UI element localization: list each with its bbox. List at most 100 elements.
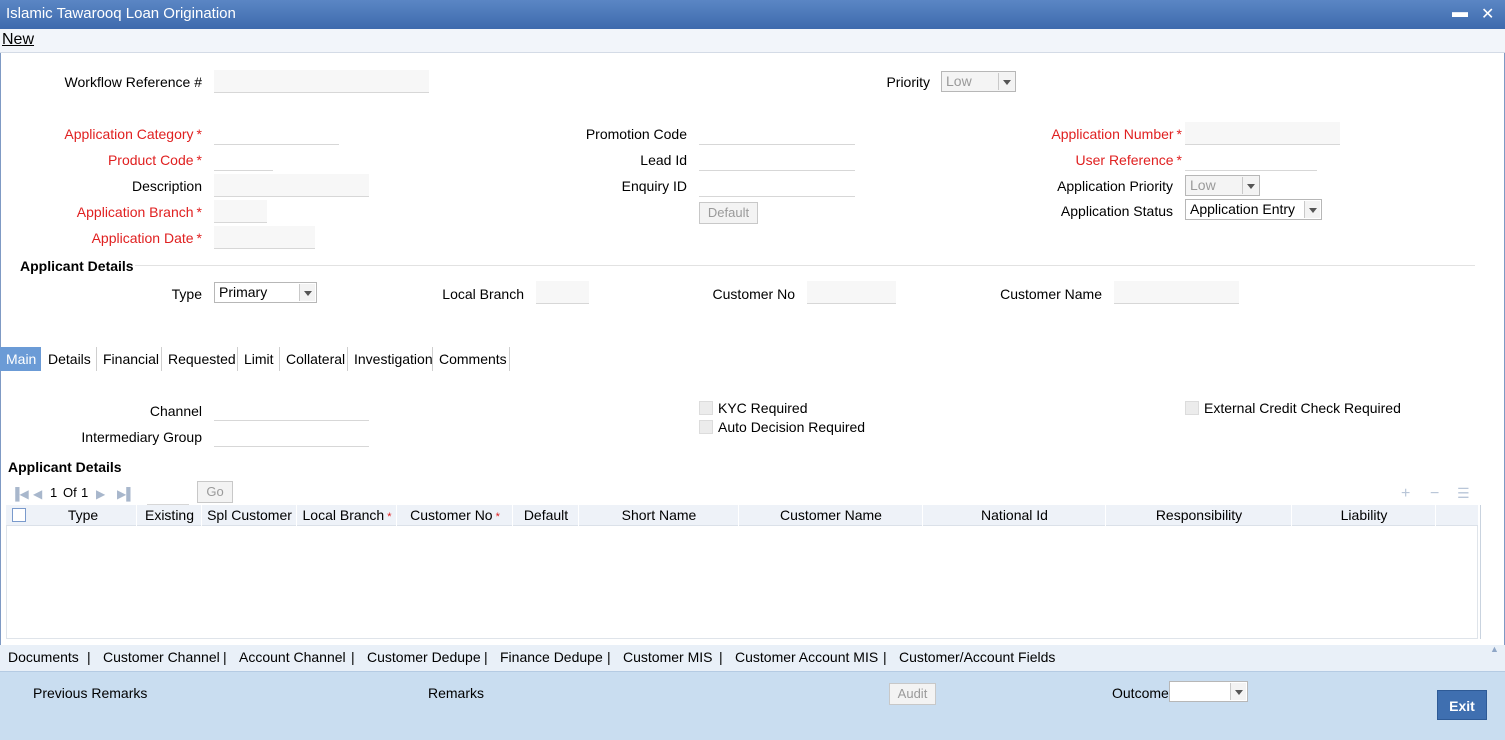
channel-input[interactable] — [214, 398, 369, 421]
select-all-checkbox[interactable] — [12, 508, 26, 522]
application-priority-select[interactable]: Low — [1185, 175, 1260, 196]
external-credit-checkbox[interactable] — [1185, 401, 1199, 415]
link-customer-dedupe[interactable]: Customer Dedupe — [367, 649, 481, 665]
customer-name-input[interactable] — [1114, 281, 1239, 304]
application-category-input[interactable] — [214, 122, 339, 145]
product-code-input[interactable] — [214, 148, 273, 171]
col-header-type: Type — [30, 505, 137, 526]
lead-id-input[interactable] — [699, 148, 855, 171]
tab-details[interactable]: Details — [42, 347, 97, 371]
scroll-up-icon[interactable]: ▲ — [1490, 644, 1499, 654]
priority-select[interactable]: Low — [941, 71, 1016, 92]
col-header-label: Customer Name — [780, 507, 882, 523]
tab-investigation[interactable]: Investigation — [348, 347, 433, 371]
auto-decision-label: Auto Decision Required — [718, 419, 866, 435]
link-separator: | — [351, 649, 355, 665]
customer-no-input[interactable] — [807, 281, 896, 304]
page-number-input[interactable] — [147, 482, 189, 505]
col-header-short-name: Short Name — [580, 505, 739, 526]
audit-button[interactable]: Audit — [889, 683, 936, 705]
next-page-icon[interactable]: ▶ — [96, 487, 105, 501]
page-total: 1 — [81, 485, 89, 500]
kyc-required-checkbox[interactable] — [699, 401, 713, 415]
link-customer-channel[interactable]: Customer Channel — [103, 649, 220, 665]
link-account-channel[interactable]: Account Channel — [239, 649, 346, 665]
application-status-select[interactable]: Application Entry — [1185, 199, 1322, 220]
channel-label: Channel — [149, 403, 202, 419]
col-header-label: Customer No — [410, 507, 493, 523]
link-separator: | — [87, 649, 91, 665]
chevron-down-icon — [1304, 201, 1320, 218]
col-header-label: Responsibility — [1155, 507, 1243, 523]
promotion-code-label: Promotion Code — [585, 126, 687, 142]
type-select[interactable]: Primary — [214, 282, 317, 303]
last-page-icon[interactable]: ▶▌ — [117, 487, 135, 501]
kyc-required-label: KYC Required — [718, 400, 808, 416]
col-header-existing: Existing — [138, 505, 202, 526]
new-link[interactable]: New — [2, 31, 34, 49]
exit-button[interactable]: Exit — [1437, 690, 1487, 720]
application-category-label: Application Category * — [64, 126, 202, 142]
grid-scrollbar[interactable] — [1480, 505, 1481, 639]
auto-decision-checkbox[interactable] — [699, 420, 713, 434]
required-star: * — [495, 511, 500, 523]
application-priority-label: Application Priority — [1057, 178, 1173, 194]
workflow-ref-input[interactable] — [214, 70, 429, 93]
customer-no-label: Customer No — [712, 286, 795, 302]
applicant-details-heading: Applicant Details — [20, 258, 134, 274]
intermediary-group-label: Intermediary Group — [81, 429, 202, 445]
local-branch-input[interactable] — [536, 281, 589, 304]
external-credit-label: External Credit Check Required — [1204, 400, 1401, 416]
delete-row-icon[interactable]: − — [1430, 485, 1439, 503]
application-branch-label: Application Branch * — [76, 204, 202, 220]
col-header-default: Default — [514, 505, 579, 526]
window-titlebar: Islamic Tawarooq Loan Origination ▬ ✕ — [0, 0, 1505, 29]
col-header-label: Short Name — [621, 507, 697, 523]
page-of: Of — [63, 485, 77, 500]
link-customer-mis[interactable]: Customer MIS — [623, 649, 712, 665]
col-header-label: Liability — [1340, 507, 1388, 523]
application-date-input[interactable] — [214, 226, 315, 249]
go-button[interactable]: Go — [197, 481, 233, 503]
outcome-label: Outcome — [1112, 685, 1169, 701]
minimize-icon[interactable]: ▬ — [1452, 4, 1468, 22]
application-branch-input[interactable] — [214, 200, 267, 223]
page-current: 1 — [50, 485, 58, 500]
link-documents[interactable]: Documents — [8, 649, 79, 665]
col-header-spl-customer: Spl Customer — [203, 505, 297, 526]
tab-requested[interactable]: Requested — [162, 347, 238, 371]
link-finance-dedupe[interactable]: Finance Dedupe — [500, 649, 603, 665]
toolbar: New — [0, 29, 1505, 53]
link-customer-account-mis[interactable]: Customer Account MIS — [735, 649, 878, 665]
tab-collateral[interactable]: Collateral — [280, 347, 348, 371]
user-reference-input[interactable] — [1185, 148, 1317, 171]
enquiry-id-input[interactable] — [699, 174, 855, 197]
application-status-value: Application Entry — [1190, 201, 1296, 217]
col-header-label: National Id — [981, 507, 1048, 523]
outcome-select[interactable] — [1169, 681, 1248, 702]
application-number-input[interactable] — [1185, 122, 1340, 145]
application-number-label: Application Number * — [1051, 126, 1182, 142]
description-input[interactable] — [214, 174, 369, 197]
link-separator: | — [607, 649, 611, 665]
tab-financial[interactable]: Financial — [97, 347, 162, 371]
col-header-liability: Liability — [1293, 505, 1436, 526]
customer-name-label: Customer Name — [1000, 286, 1102, 302]
previous-remarks-link[interactable]: Previous Remarks — [33, 685, 147, 701]
prev-page-icon[interactable]: ◀ — [33, 487, 42, 501]
intermediary-group-input[interactable] — [214, 424, 369, 447]
close-icon[interactable]: ✕ — [1481, 4, 1494, 24]
priority-label: Priority — [886, 74, 930, 90]
link-separator: | — [719, 649, 723, 665]
first-page-icon[interactable]: ▐◀ — [11, 487, 29, 501]
tab-comments[interactable]: Comments — [433, 347, 510, 371]
promotion-code-input[interactable] — [699, 122, 855, 145]
user-reference-label: User Reference * — [1075, 152, 1183, 168]
default-button[interactable]: Default — [699, 202, 758, 224]
link-separator: | — [883, 649, 887, 665]
link-customer-account-fields[interactable]: Customer/Account Fields — [899, 649, 1055, 665]
tab-limit[interactable]: Limit — [238, 347, 280, 371]
list-icon[interactable]: ☰ — [1457, 485, 1470, 502]
tab-main[interactable]: Main — [0, 347, 41, 371]
add-row-icon[interactable]: + — [1401, 485, 1410, 503]
